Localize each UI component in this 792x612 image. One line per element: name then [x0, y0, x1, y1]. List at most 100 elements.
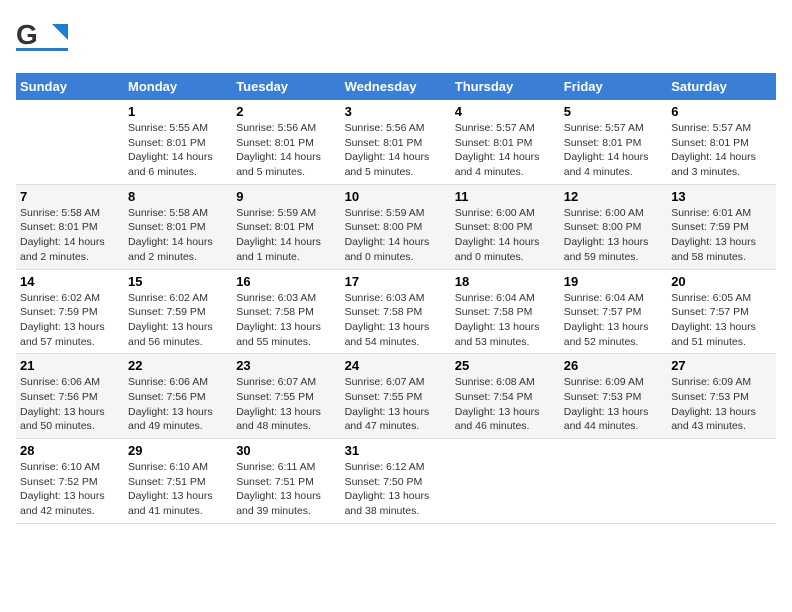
- day-number: 22: [128, 358, 228, 373]
- day-number: 11: [455, 189, 556, 204]
- day-number: 25: [455, 358, 556, 373]
- day-number: 2: [236, 104, 336, 119]
- day-number: 27: [671, 358, 772, 373]
- day-number: 14: [20, 274, 120, 289]
- column-header-wednesday: Wednesday: [341, 73, 451, 100]
- calendar-cell: [560, 439, 667, 524]
- calendar-cell: 1Sunrise: 5:55 AM Sunset: 8:01 PM Daylig…: [124, 100, 232, 184]
- calendar-week-row: 28 Sunrise: 6:10 AM Sunset: 7:52 PM Dayli…: [16, 439, 776, 524]
- day-number: 9: [236, 189, 336, 204]
- day-info: Sunrise: 6:06 AM Sunset: 7:56 PM Dayligh…: [128, 375, 228, 434]
- calendar-cell: [16, 100, 124, 184]
- calendar-week-row: 14 Sunrise: 6:02 AM Sunset: 7:59 PM Dayli…: [16, 269, 776, 354]
- day-info: Sunrise: 6:07 AM Sunset: 7:55 PM Dayligh…: [236, 375, 336, 434]
- day-number: 15: [128, 274, 228, 289]
- calendar-cell: 28 Sunrise: 6:10 AM Sunset: 7:52 PM Dayli…: [16, 439, 124, 524]
- day-number: 3: [345, 104, 447, 119]
- day-number: 18: [455, 274, 556, 289]
- day-info: Sunrise: 6:03 AM Sunset: 7:58 PM Dayligh…: [236, 291, 336, 350]
- day-number: 8: [128, 189, 228, 204]
- calendar-table: SundayMondayTuesdayWednesdayThursdayFrid…: [16, 73, 776, 524]
- day-info: Sunrise: 6:05 AM Sunset: 7:57 PM Dayligh…: [671, 291, 772, 350]
- day-info: Sunrise: 6:10 AM Sunset: 7:51 PM Dayligh…: [128, 460, 228, 519]
- day-number: 24: [345, 358, 447, 373]
- calendar-cell: [667, 439, 776, 524]
- day-number: 5: [564, 104, 663, 119]
- calendar-cell: 24Sunrise: 6:07 AM Sunset: 7:55 PM Dayli…: [341, 354, 451, 439]
- calendar-cell: 26 Sunrise: 6:09 AM Sunset: 7:53 PM Dayli…: [560, 354, 667, 439]
- day-number: 21: [20, 358, 120, 373]
- calendar-cell: 17Sunrise: 6:03 AM Sunset: 7:58 PM Dayli…: [341, 269, 451, 354]
- day-number: 1: [128, 104, 228, 119]
- day-number: 17: [345, 274, 447, 289]
- day-number: 6: [671, 104, 772, 119]
- calendar-cell: 20 Sunrise: 6:05 AM Sunset: 7:57 PM Dayli…: [667, 269, 776, 354]
- calendar-cell: 27 Sunrise: 6:09 AM Sunset: 7:53 PM Dayli…: [667, 354, 776, 439]
- logo: G: [16, 16, 72, 61]
- day-number: 30: [236, 443, 336, 458]
- day-number: 7: [20, 189, 120, 204]
- calendar-cell: 15 Sunrise: 6:02 AM Sunset: 7:59 PM Dayli…: [124, 269, 232, 354]
- day-info: Sunrise: 6:08 AM Sunset: 7:54 PM Dayligh…: [455, 375, 556, 434]
- calendar-cell: 23 Sunrise: 6:07 AM Sunset: 7:55 PM Dayli…: [232, 354, 340, 439]
- day-number: 29: [128, 443, 228, 458]
- calendar-header-row: SundayMondayTuesdayWednesdayThursdayFrid…: [16, 73, 776, 100]
- day-number: 23: [236, 358, 336, 373]
- day-number: 20: [671, 274, 772, 289]
- calendar-cell: 4 Sunrise: 5:57 AM Sunset: 8:01 PM Daylig…: [451, 100, 560, 184]
- calendar-cell: 21Sunrise: 6:06 AM Sunset: 7:56 PM Dayli…: [16, 354, 124, 439]
- logo-icon: G: [16, 16, 68, 56]
- calendar-cell: 14Sunrise: 6:02 AM Sunset: 7:59 PM Dayli…: [16, 269, 124, 354]
- day-info: Sunrise: 6:09 AM Sunset: 7:53 PM Dayligh…: [564, 375, 663, 434]
- day-number: 28: [20, 443, 120, 458]
- day-info: Sunrise: 6:02 AM Sunset: 7:59 PM Dayligh…: [128, 291, 228, 350]
- day-info: Sunrise: 5:56 AM Sunset: 8:01 PM Dayligh…: [236, 121, 336, 180]
- calendar-cell: 12 Sunrise: 6:00 AM Sunset: 8:00 PM Dayli…: [560, 184, 667, 269]
- calendar-cell: 5 Sunrise: 5:57 AM Sunset: 8:01 PM Daylig…: [560, 100, 667, 184]
- calendar-cell: 19Sunrise: 6:04 AM Sunset: 7:57 PM Dayli…: [560, 269, 667, 354]
- page-header: G: [16, 16, 776, 61]
- calendar-cell: 30Sunrise: 6:11 AM Sunset: 7:51 PM Dayli…: [232, 439, 340, 524]
- day-info: Sunrise: 6:09 AM Sunset: 7:53 PM Dayligh…: [671, 375, 772, 434]
- calendar-cell: 6 Sunrise: 5:57 AM Sunset: 8:01 PM Daylig…: [667, 100, 776, 184]
- calendar-cell: 2 Sunrise: 5:56 AM Sunset: 8:01 PM Daylig…: [232, 100, 340, 184]
- day-info: Sunrise: 6:01 AM Sunset: 7:59 PM Dayligh…: [671, 206, 772, 265]
- calendar-cell: 10Sunrise: 5:59 AM Sunset: 8:00 PM Dayli…: [341, 184, 451, 269]
- day-number: 31: [345, 443, 447, 458]
- day-info: Sunrise: 5:57 AM Sunset: 8:01 PM Dayligh…: [671, 121, 772, 180]
- day-number: 4: [455, 104, 556, 119]
- day-info: Sunrise: 6:04 AM Sunset: 7:58 PM Dayligh…: [455, 291, 556, 350]
- day-info: Sunrise: 5:58 AM Sunset: 8:01 PM Dayligh…: [20, 206, 120, 265]
- day-number: 26: [564, 358, 663, 373]
- calendar-cell: 31 Sunrise: 6:12 AM Sunset: 7:50 PM Dayli…: [341, 439, 451, 524]
- day-number: 13: [671, 189, 772, 204]
- calendar-cell: 16Sunrise: 6:03 AM Sunset: 7:58 PM Dayli…: [232, 269, 340, 354]
- column-header-thursday: Thursday: [451, 73, 560, 100]
- day-info: Sunrise: 6:10 AM Sunset: 7:52 PM Dayligh…: [20, 460, 120, 519]
- day-number: 19: [564, 274, 663, 289]
- calendar-cell: 11Sunrise: 6:00 AM Sunset: 8:00 PM Dayli…: [451, 184, 560, 269]
- day-number: 12: [564, 189, 663, 204]
- calendar-week-row: 21 Sunrise: 6:06 AM Sunset: 7:56 PM Dayli…: [16, 354, 776, 439]
- day-info: Sunrise: 5:57 AM Sunset: 8:01 PM Dayligh…: [564, 121, 663, 180]
- calendar-cell: 29 Sunrise: 6:10 AM Sunset: 7:51 PM Dayli…: [124, 439, 232, 524]
- calendar-cell: 13 Sunrise: 6:01 AM Sunset: 7:59 PM Dayli…: [667, 184, 776, 269]
- calendar-cell: [451, 439, 560, 524]
- day-info: Sunrise: 6:00 AM Sunset: 8:00 PM Dayligh…: [564, 206, 663, 265]
- day-info: Sunrise: 5:58 AM Sunset: 8:01 PM Dayligh…: [128, 206, 228, 265]
- column-header-friday: Friday: [560, 73, 667, 100]
- calendar-cell: 3 Sunrise: 5:56 AM Sunset: 8:01 PM Daylig…: [341, 100, 451, 184]
- calendar-cell: 22 Sunrise: 6:06 AM Sunset: 7:56 PM Dayli…: [124, 354, 232, 439]
- column-header-saturday: Saturday: [667, 73, 776, 100]
- day-info: Sunrise: 6:12 AM Sunset: 7:50 PM Dayligh…: [345, 460, 447, 519]
- svg-text:G: G: [16, 19, 38, 50]
- day-info: Sunrise: 5:57 AM Sunset: 8:01 PM Dayligh…: [455, 121, 556, 180]
- calendar-cell: 25 Sunrise: 6:08 AM Sunset: 7:54 PM Dayli…: [451, 354, 560, 439]
- calendar-cell: 18 Sunrise: 6:04 AM Sunset: 7:58 PM Dayli…: [451, 269, 560, 354]
- day-info: Sunrise: 5:56 AM Sunset: 8:01 PM Dayligh…: [345, 121, 447, 180]
- column-header-tuesday: Tuesday: [232, 73, 340, 100]
- calendar-cell: 8 Sunrise: 5:58 AM Sunset: 8:01 PM Daylig…: [124, 184, 232, 269]
- calendar-week-row: 7 Sunrise: 5:58 AM Sunset: 8:01 PM Daylig…: [16, 184, 776, 269]
- day-info: Sunrise: 5:59 AM Sunset: 8:01 PM Dayligh…: [236, 206, 336, 265]
- calendar-cell: 7 Sunrise: 5:58 AM Sunset: 8:01 PM Daylig…: [16, 184, 124, 269]
